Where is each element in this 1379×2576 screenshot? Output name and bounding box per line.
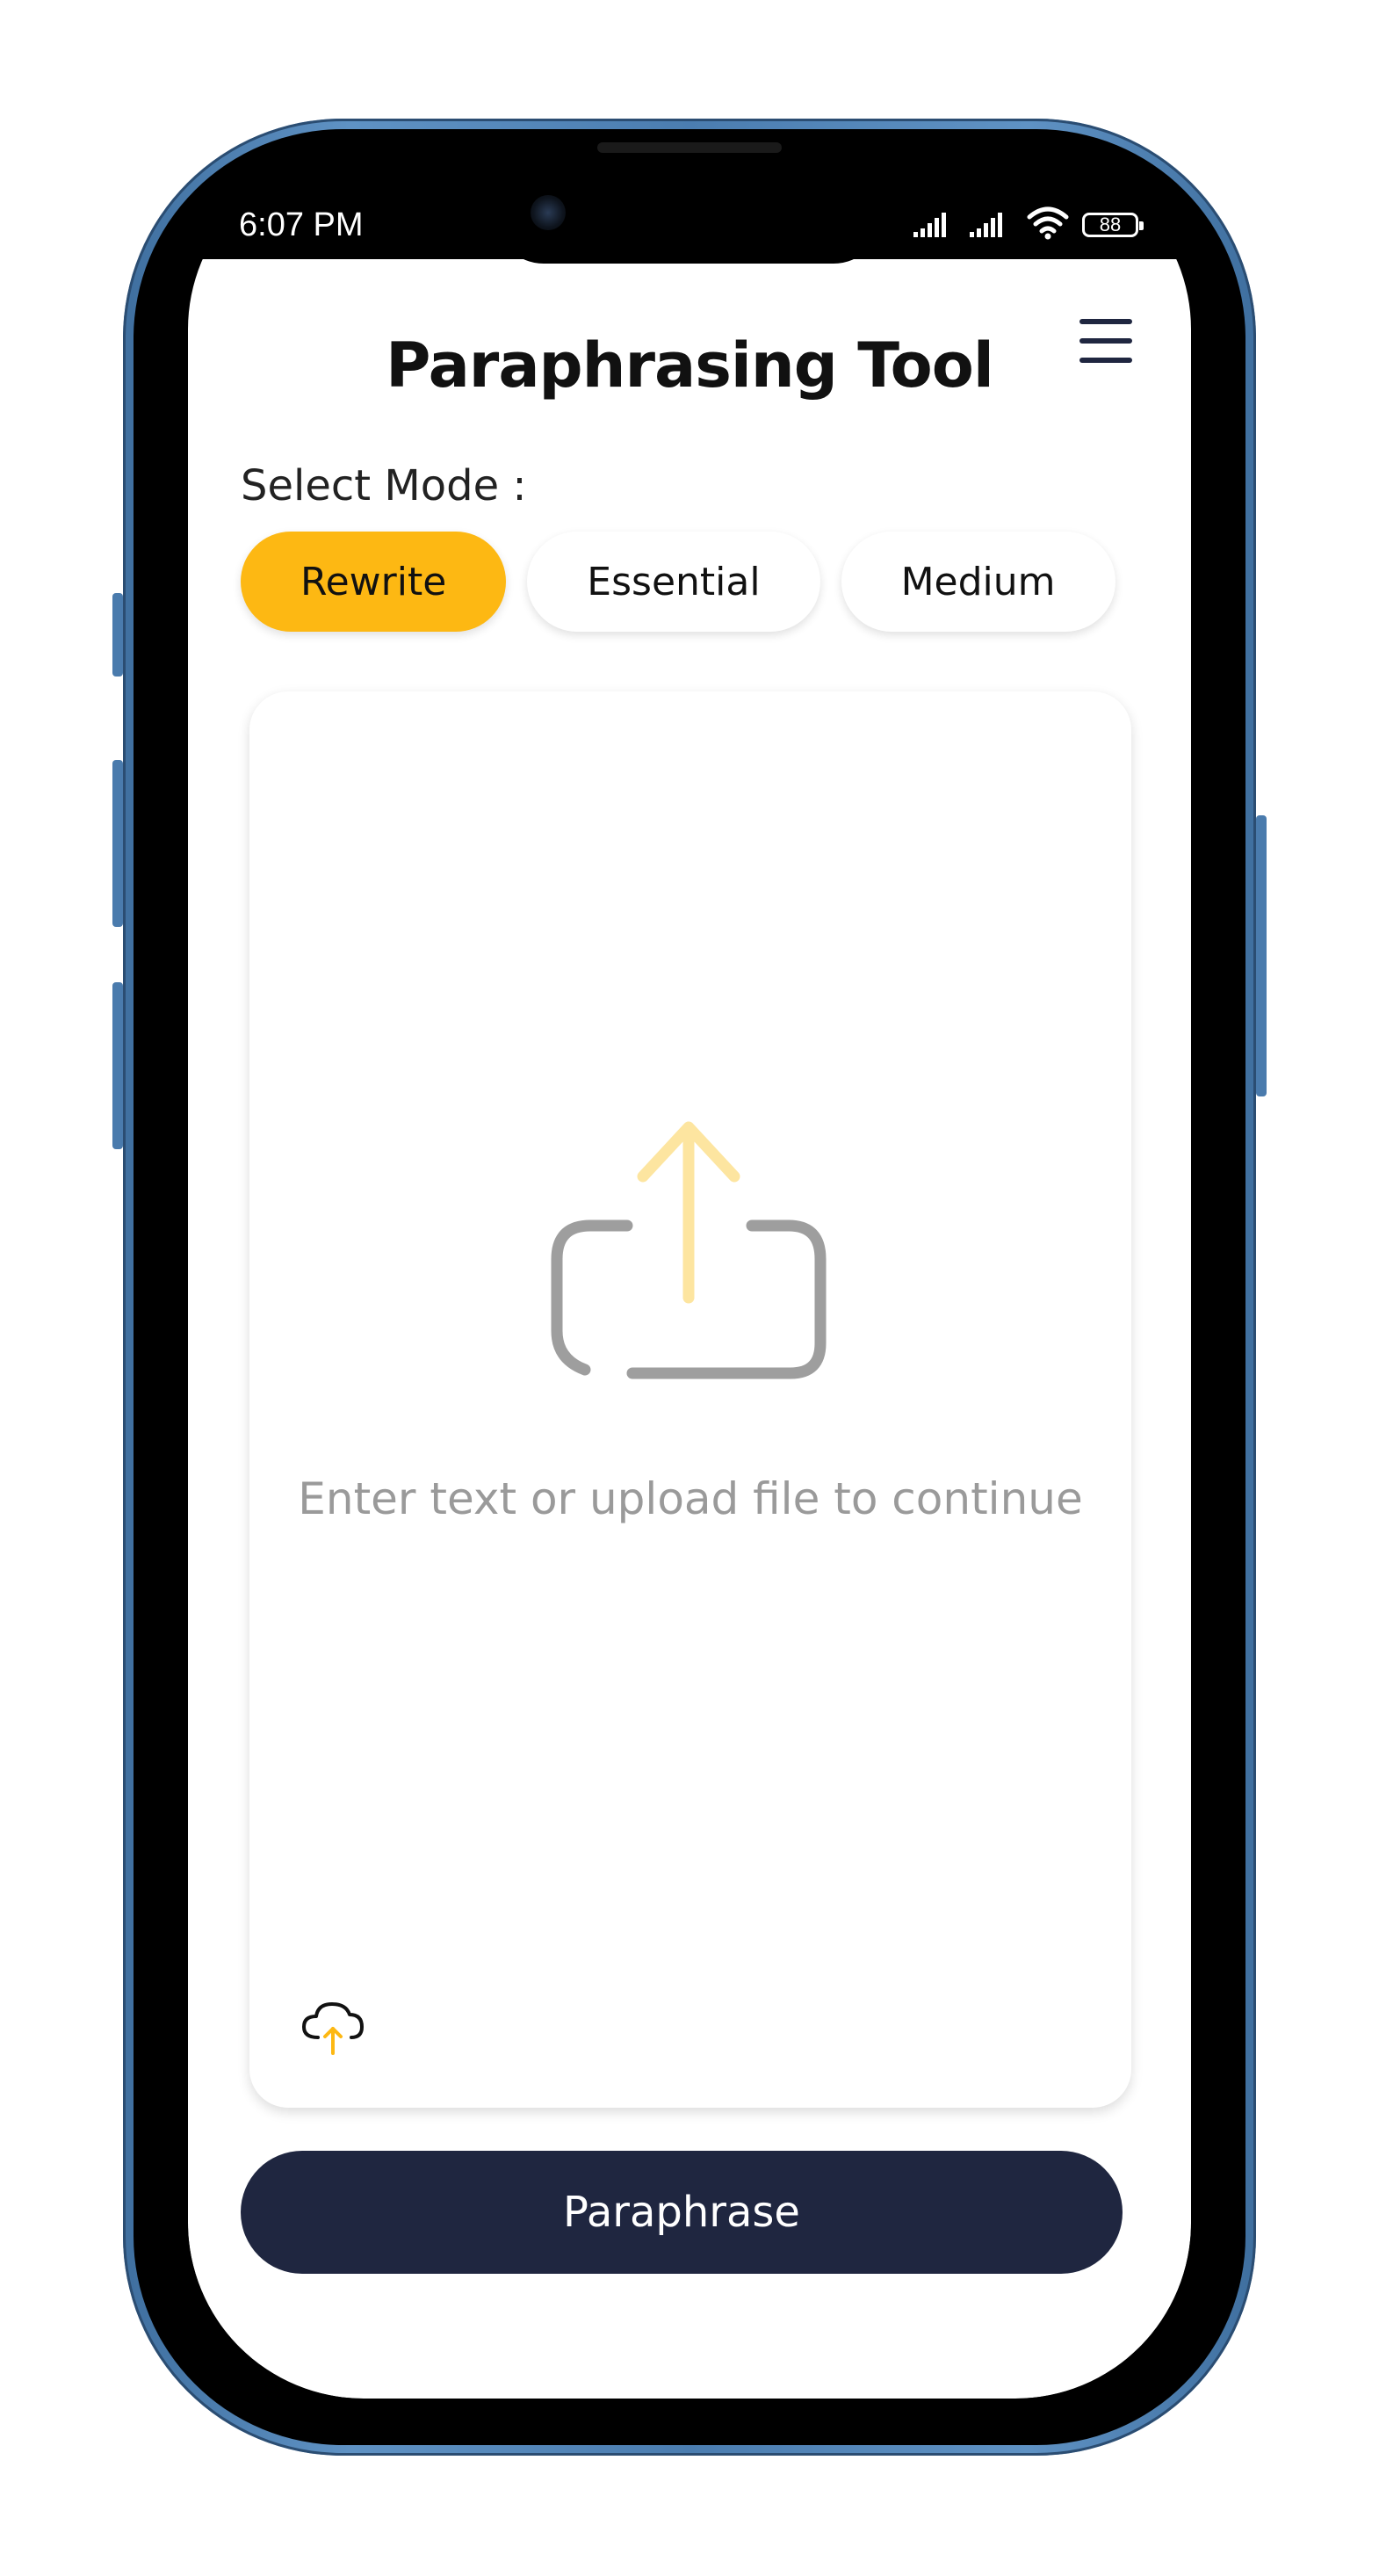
cellular-signal-icon [913,209,957,241]
cellular-signal-2-icon [970,209,1014,241]
upload-share-icon [548,1113,829,1394]
battery-level: 88 [1099,213,1122,235]
side-button-volume-up [112,760,123,927]
status-time: 6:07 PM [239,206,364,243]
mode-chip-medium[interactable]: Medium [841,532,1115,632]
mode-chip-row: Rewrite Essential Medium [241,532,1115,635]
text-input-area[interactable]: Enter text or upload file to continue [249,691,1131,2108]
hamburger-menu-icon [1078,317,1134,368]
select-mode-label: Select Mode : [241,461,527,510]
mode-chip-rewrite[interactable]: Rewrite [241,532,507,632]
battery-indicator: 88 [1082,213,1144,237]
screen: 6:07 PM 88 Paraphrasing Tool Select Mode… [188,154,1191,2399]
cloud-upload-icon[interactable] [300,1999,365,2057]
paraphrase-button[interactable]: Paraphrase [241,2151,1123,2274]
side-button-power [1256,815,1267,1096]
earpiece [597,142,782,153]
menu-button[interactable] [1066,303,1145,382]
page-title: Paraphrasing Tool [386,329,994,402]
front-camera [531,195,566,230]
input-placeholder: Enter text or upload file to continue [298,1473,1083,1524]
canvas: 6:07 PM 88 Paraphrasing Tool Select Mode… [0,0,1379,2576]
status-icons: 88 [913,203,1144,247]
side-button-volume-down [112,982,123,1149]
side-button-action [112,593,123,677]
mode-chip-essential[interactable]: Essential [527,532,820,632]
wifi-icon [1026,206,1070,243]
